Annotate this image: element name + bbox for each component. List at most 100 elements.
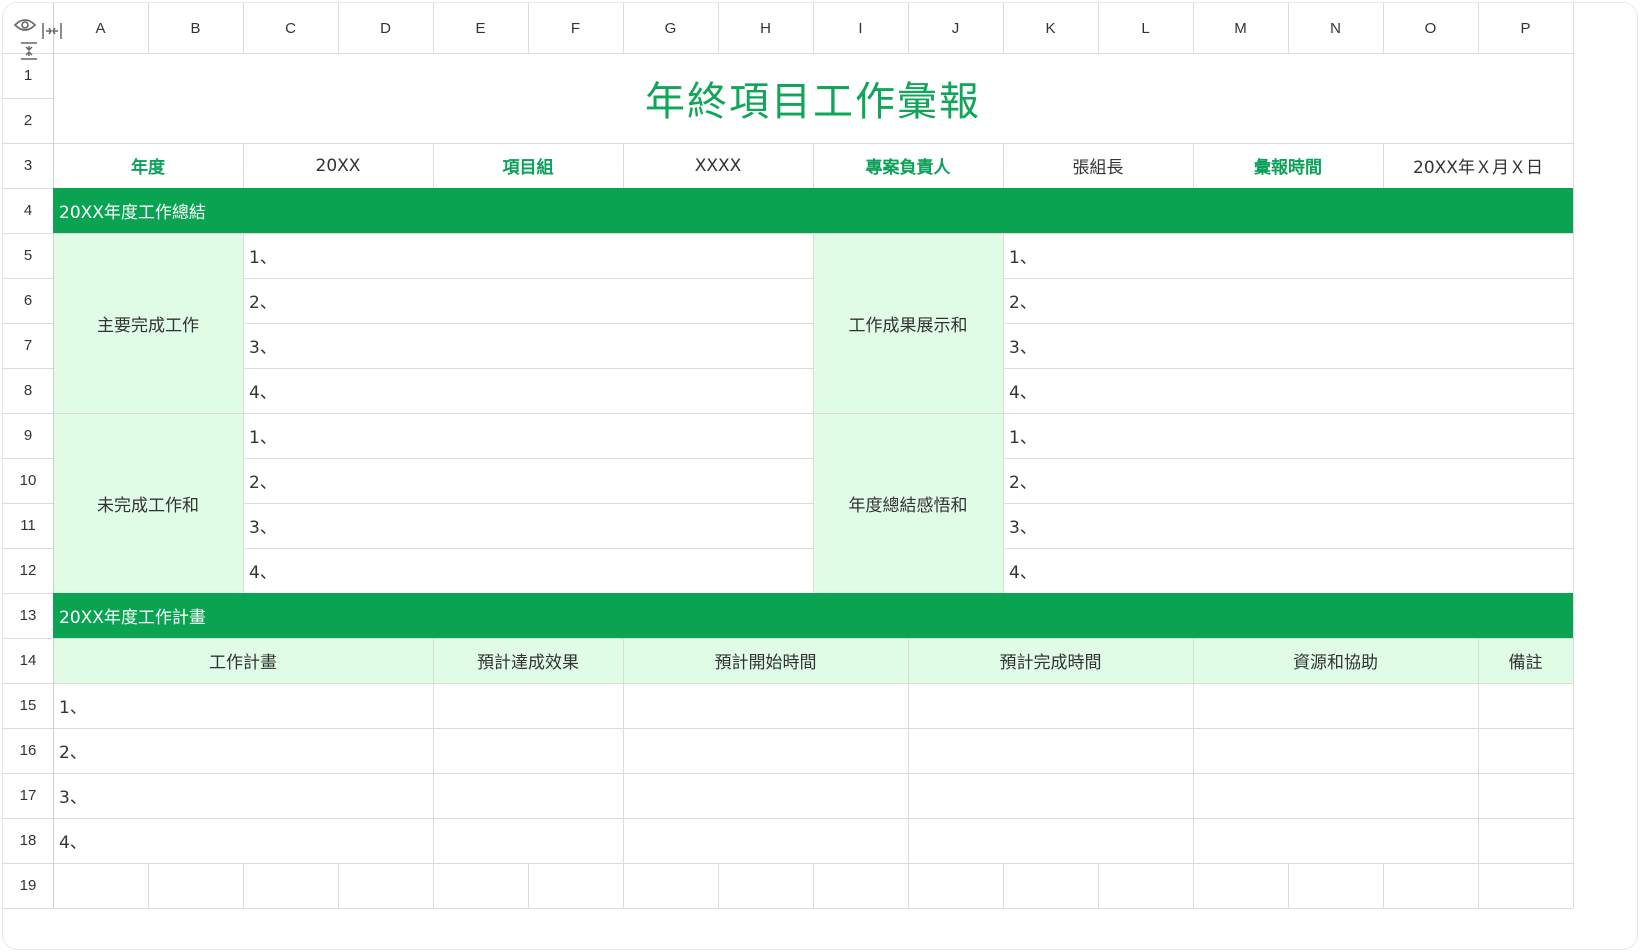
plan-cell[interactable] [1478,818,1573,863]
project-owner-value[interactable]: 張組長 [1003,143,1193,188]
row-header-19[interactable]: 19 [3,863,53,908]
empty-cell[interactable] [1098,863,1193,908]
row-header-2[interactable]: 2 [3,98,53,143]
empty-cell[interactable] [53,863,148,908]
plan-item[interactable]: 3、 [53,773,433,818]
plan-cell[interactable] [1478,728,1573,773]
row-header-13[interactable]: 13 [3,593,53,638]
row-header-18[interactable]: 18 [3,818,53,863]
empty-cell[interactable] [718,863,813,908]
plan-header-3[interactable]: 預計開始時間 [623,638,908,683]
column-header-b[interactable]: B [148,3,243,53]
empty-cell[interactable] [813,863,908,908]
results-item[interactable]: 4、 [1003,368,1573,413]
plan-cell[interactable] [908,818,1193,863]
plan-cell[interactable] [1478,683,1573,728]
column-header-m[interactable]: M [1193,3,1288,53]
plan-header-6[interactable]: 備註 [1478,638,1573,683]
row-header-5[interactable]: 5 [3,233,53,278]
main-work-item[interactable]: 3、 [243,323,813,368]
empty-cell[interactable] [908,863,1003,908]
row-header-6[interactable]: 6 [3,278,53,323]
year-label[interactable]: 年度 [53,143,243,188]
empty-cell[interactable] [243,863,338,908]
plan-item[interactable]: 2、 [53,728,433,773]
results-item[interactable]: 3、 [1003,323,1573,368]
column-header-e[interactable]: E [433,3,528,53]
row-header-9[interactable]: 9 [3,413,53,458]
empty-cell[interactable] [1193,863,1288,908]
row-header-15[interactable]: 15 [3,683,53,728]
column-header-a[interactable]: A [53,3,148,53]
plan-cell[interactable] [623,728,908,773]
main-work-item[interactable]: 2、 [243,278,813,323]
empty-cell[interactable] [1478,863,1573,908]
reflection-item[interactable]: 3、 [1003,503,1573,548]
plan-cell[interactable] [623,683,908,728]
unfinished-label[interactable]: 未完成工作和 [53,413,243,593]
plan-section-bar[interactable]: 20XX年度工作計畫 [53,593,1573,638]
row-header-8[interactable]: 8 [3,368,53,413]
year-value[interactable]: 20XX [243,143,433,188]
report-title[interactable]: 年終項目工作彙報 [53,53,1573,143]
row-header-3[interactable]: 3 [3,143,53,188]
collapse-columns-icon[interactable] [41,20,63,42]
column-header-f[interactable]: F [528,3,623,53]
column-header-i[interactable]: I [813,3,908,53]
row-header-12[interactable]: 12 [3,548,53,593]
plan-cell[interactable] [908,773,1193,818]
unfinished-item[interactable]: 4、 [243,548,813,593]
empty-cell[interactable] [338,863,433,908]
column-header-l[interactable]: L [1098,3,1193,53]
row-header-7[interactable]: 7 [3,323,53,368]
unfinished-item[interactable]: 3、 [243,503,813,548]
plan-cell[interactable] [1193,773,1478,818]
plan-header-4[interactable]: 預計完成時間 [908,638,1193,683]
reflection-label[interactable]: 年度總結感悟和 [813,413,1003,593]
plan-cell[interactable] [433,773,623,818]
report-time-label[interactable]: 彙報時間 [1193,143,1383,188]
plan-cell[interactable] [1193,818,1478,863]
plan-cell[interactable] [1478,773,1573,818]
plan-cell[interactable] [908,728,1193,773]
plan-cell[interactable] [1193,683,1478,728]
unfinished-item[interactable]: 1、 [243,413,813,458]
empty-cell[interactable] [528,863,623,908]
project-owner-label[interactable]: 專案負責人 [813,143,1003,188]
plan-cell[interactable] [433,683,623,728]
unfinished-item[interactable]: 2、 [243,458,813,503]
plan-cell[interactable] [1193,728,1478,773]
plan-cell[interactable] [623,818,908,863]
column-header-c[interactable]: C [243,3,338,53]
column-header-g[interactable]: G [623,3,718,53]
summary-section-bar[interactable]: 20XX年度工作總結 [53,188,1573,233]
row-header-17[interactable]: 17 [3,773,53,818]
plan-cell[interactable] [433,728,623,773]
empty-cell[interactable] [1383,863,1478,908]
plan-item[interactable]: 1、 [53,683,433,728]
main-work-label[interactable]: 主要完成工作 [53,233,243,413]
column-header-p[interactable]: P [1478,3,1573,53]
plan-cell[interactable] [908,683,1193,728]
plan-item[interactable]: 4、 [53,818,433,863]
main-work-item[interactable]: 1、 [243,233,813,278]
main-work-item[interactable]: 4、 [243,368,813,413]
report-time-value[interactable]: 20XX年Ｘ月Ｘ日 [1383,143,1573,188]
empty-cell[interactable] [433,863,528,908]
plan-cell[interactable] [623,773,908,818]
empty-cell[interactable] [1003,863,1098,908]
reflection-item[interactable]: 4、 [1003,548,1573,593]
row-header-11[interactable]: 11 [3,503,53,548]
empty-cell[interactable] [623,863,718,908]
project-group-label[interactable]: 項目組 [433,143,623,188]
row-header-10[interactable]: 10 [3,458,53,503]
reflection-item[interactable]: 2、 [1003,458,1573,503]
row-header-14[interactable]: 14 [3,638,53,683]
empty-cell[interactable] [1288,863,1383,908]
column-header-h[interactable]: H [718,3,813,53]
plan-header-5[interactable]: 資源和協助 [1193,638,1478,683]
collapse-rows-icon[interactable] [19,41,39,61]
results-label[interactable]: 工作成果展示和 [813,233,1003,413]
results-item[interactable]: 2、 [1003,278,1573,323]
plan-header-2[interactable]: 預計達成效果 [433,638,623,683]
